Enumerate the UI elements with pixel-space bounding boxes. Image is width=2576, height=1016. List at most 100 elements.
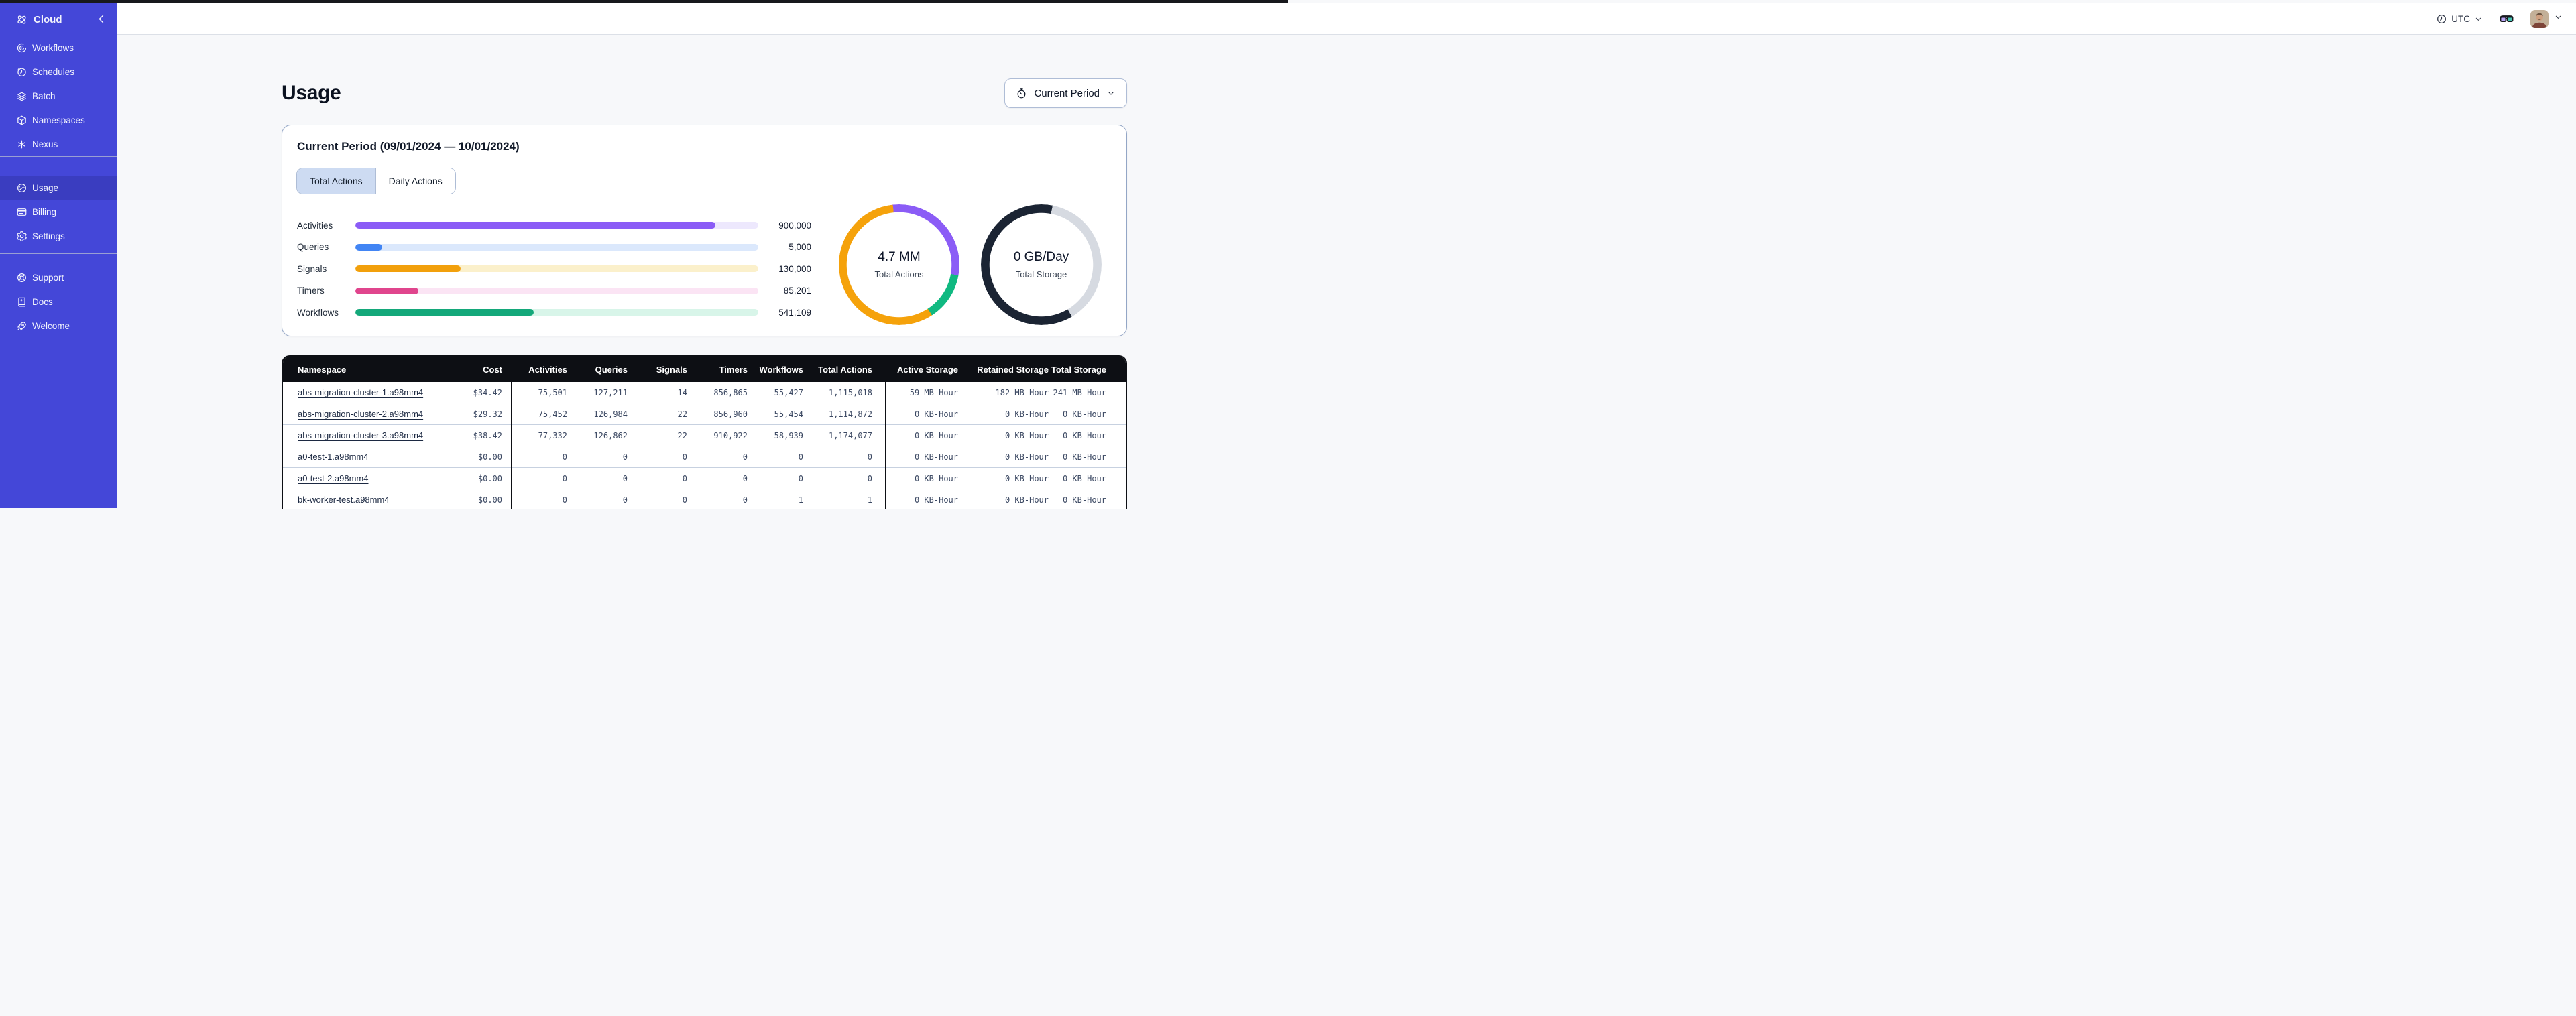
period-button-label: Current Period bbox=[1034, 87, 1100, 99]
table-cell: 0 KB-Hour bbox=[1004, 409, 1049, 419]
namespace-link[interactable]: abs-migration-cluster-1.a98mm4 bbox=[298, 387, 423, 397]
namespace-link[interactable]: a0-test-1.a98mm4 bbox=[298, 452, 369, 462]
chevron-down-icon bbox=[2554, 13, 2563, 25]
donut-center-label: Total Actions bbox=[874, 269, 924, 279]
chevron-down-icon bbox=[1106, 88, 1116, 98]
sidebar-item-usage[interactable]: Usage bbox=[0, 176, 117, 200]
table-cell: 58,939 bbox=[774, 430, 803, 440]
sidebar-item-batch[interactable]: Batch bbox=[0, 84, 117, 108]
column-header-signals: Signals bbox=[656, 364, 687, 375]
table-cell: 0 KB-Hour bbox=[1062, 409, 1106, 419]
sidebar-item-label: Workflows bbox=[32, 42, 74, 53]
table-cell: 0 KB-Hour bbox=[1062, 473, 1106, 483]
column-header-queries: Queries bbox=[595, 364, 628, 375]
clock-icon bbox=[2436, 13, 2447, 25]
table-cell: 1 bbox=[798, 495, 803, 505]
bar-fill bbox=[355, 309, 534, 316]
sidebar-item-docs[interactable]: Docs bbox=[0, 290, 117, 314]
current-period-card: Current Period (09/01/2024 — 10/01/2024)… bbox=[282, 125, 1127, 336]
usage-icon bbox=[16, 182, 27, 194]
workflows-icon bbox=[16, 42, 27, 54]
sidebar-divider bbox=[0, 156, 117, 157]
tab-daily-actions[interactable]: Daily Actions bbox=[375, 168, 455, 194]
donut-center-label: Total Storage bbox=[1015, 269, 1067, 279]
sidebar-item-label: Namespaces bbox=[32, 115, 85, 125]
table-cell: $34.42 bbox=[473, 387, 502, 397]
table-cell: 0 bbox=[742, 452, 748, 462]
usage-bar-chart: Activities 900,000 Queries 5,000 Signals 130,… bbox=[297, 214, 811, 324]
namespace-cell: abs-migration-cluster-2.a98mm4 bbox=[283, 409, 444, 419]
period-selector-button[interactable]: Current Period bbox=[1004, 78, 1127, 108]
donut-ring bbox=[839, 204, 959, 325]
sidebar-item-label: Nexus bbox=[32, 139, 58, 149]
table-cell: 55,454 bbox=[774, 409, 803, 419]
avatar bbox=[2530, 9, 2549, 28]
namespace-link[interactable]: a0-test-2.a98mm4 bbox=[298, 473, 369, 483]
bar-label: Queries bbox=[297, 242, 329, 253]
sidebar-item-label: Settings bbox=[32, 231, 65, 241]
donut-center-value: 0 GB/Day bbox=[1013, 250, 1069, 264]
table-cell: 241 MB-Hour bbox=[1053, 387, 1106, 397]
account-menu-button[interactable] bbox=[2530, 9, 2563, 28]
table-cell: 0 bbox=[682, 473, 687, 483]
sidebar-item-namespaces[interactable]: Namespaces bbox=[0, 108, 117, 132]
schedules-icon bbox=[16, 66, 27, 78]
actions-tab-group: Total Actions Daily Actions bbox=[296, 168, 456, 194]
namespace-cell: a0-test-1.a98mm4 bbox=[283, 452, 444, 462]
table-cell: 22 bbox=[677, 430, 687, 440]
billing-icon bbox=[16, 206, 27, 218]
table-cell: 0 bbox=[562, 473, 567, 483]
table-cell: 1,174,077 bbox=[828, 430, 872, 440]
table-cell: 1,114,872 bbox=[828, 409, 872, 419]
sidebar-item-workflows[interactable]: Workflows bbox=[0, 36, 117, 60]
table-cell: $29.32 bbox=[473, 409, 502, 419]
table-cell: 22 bbox=[677, 409, 687, 419]
namespace-link[interactable]: abs-migration-cluster-3.a98mm4 bbox=[298, 430, 423, 440]
sidebar-item-settings[interactable]: Settings bbox=[0, 224, 117, 248]
namespace-cell: a0-test-2.a98mm4 bbox=[283, 473, 444, 483]
table-cell: $38.42 bbox=[473, 430, 502, 440]
table-row: a0-test-1.a98mm4 $0.00 0 0 0 0 0 0 0 KB-Hour 0 KB… bbox=[283, 446, 1126, 468]
sidebar-item-label: Support bbox=[32, 272, 64, 283]
column-header-retained-storage: Retained Storage bbox=[977, 364, 1049, 375]
page-title: Usage bbox=[282, 82, 341, 104]
tab-total-actions[interactable]: Total Actions bbox=[297, 168, 375, 194]
namespace-link[interactable]: bk-worker-test.a98mm4 bbox=[298, 495, 390, 505]
sidebar-brand: Cloud bbox=[0, 3, 117, 36]
topbar: UTC bbox=[117, 3, 2576, 35]
table-cell: 910,922 bbox=[713, 430, 748, 440]
table-cell: 1 bbox=[867, 495, 872, 505]
appearance-toggle-button[interactable] bbox=[2499, 11, 2514, 27]
usage-bar-row: Timers 85,201 bbox=[297, 280, 811, 302]
table-cell: 0 bbox=[622, 495, 628, 505]
bar-fill bbox=[355, 287, 418, 294]
sidebar-item-schedules[interactable]: Schedules bbox=[0, 60, 117, 84]
table-row: abs-migration-cluster-1.a98mm4 $34.42 75,5… bbox=[283, 382, 1126, 403]
table-cell: 0 bbox=[562, 495, 567, 505]
bar-label: Activities bbox=[297, 220, 333, 231]
timezone-selector[interactable]: UTC bbox=[2436, 13, 2483, 25]
table-row: abs-migration-cluster-3.a98mm4 $38.42 77,3… bbox=[283, 425, 1126, 446]
table-column-divider bbox=[510, 382, 512, 509]
sidebar-item-nexus[interactable]: Nexus bbox=[0, 132, 117, 156]
table-cell: 0 bbox=[622, 473, 628, 483]
table-cell: 59 MB-Hour bbox=[909, 387, 958, 397]
sidebar-collapse-button[interactable] bbox=[95, 13, 109, 26]
sidebar-item-support[interactable]: Support bbox=[0, 265, 117, 290]
timezone-label: UTC bbox=[2451, 13, 2470, 24]
temporal-logo-icon bbox=[15, 13, 28, 26]
table-cell: $0.00 bbox=[477, 452, 502, 462]
table-cell: 0 KB-Hour bbox=[1062, 430, 1106, 440]
bar-value: 900,000 bbox=[778, 220, 811, 231]
table-cell: 75,501 bbox=[538, 387, 567, 397]
sidebar-nav-main: Workflows Schedules Batch Namespaces Nexus bbox=[0, 36, 117, 156]
column-header-cost: Cost bbox=[483, 364, 502, 375]
support-icon bbox=[16, 272, 27, 283]
table-cell: 0 bbox=[682, 495, 687, 505]
namespace-link[interactable]: abs-migration-cluster-2.a98mm4 bbox=[298, 409, 423, 419]
usage-bar-row: Activities 900,000 bbox=[297, 214, 811, 237]
bar-value: 85,201 bbox=[783, 285, 811, 296]
sidebar-item-billing[interactable]: Billing bbox=[0, 200, 117, 224]
table-row: abs-migration-cluster-2.a98mm4 $29.32 75,4… bbox=[283, 403, 1126, 425]
sidebar-item-welcome[interactable]: Welcome bbox=[0, 314, 117, 338]
